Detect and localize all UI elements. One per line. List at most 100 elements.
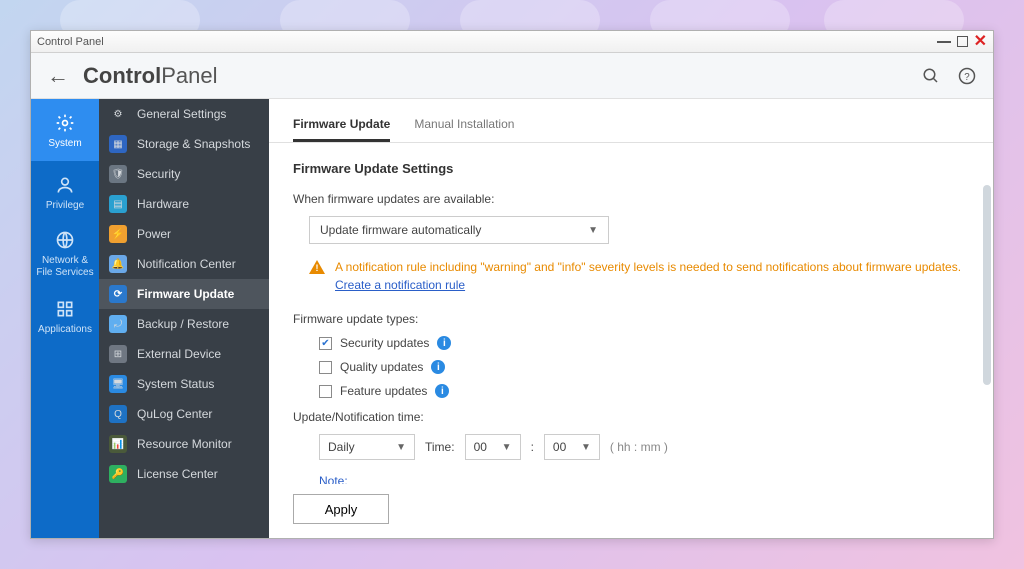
cat-network[interactable]: Network & File Services xyxy=(31,223,99,285)
titlebar: Control Panel ✕ xyxy=(31,31,993,53)
user-icon xyxy=(54,174,76,196)
subnav-license-center[interactable]: 🔑 License Center xyxy=(99,459,269,489)
tab-manual-installation[interactable]: Manual Installation xyxy=(414,117,514,142)
close-button[interactable]: ✕ xyxy=(974,34,987,50)
gear-icon xyxy=(54,112,76,134)
device-icon: ⊞ xyxy=(109,345,127,363)
header-bar: ← ControlPanel ? xyxy=(31,53,993,99)
subnav-label: Firmware Update xyxy=(137,287,234,301)
footer: Apply xyxy=(269,484,993,538)
app-title: ControlPanel xyxy=(83,63,217,89)
help-icon[interactable]: ? xyxy=(957,66,977,86)
subnav-label: System Status xyxy=(137,377,214,391)
when-available-label: When firmware updates are available: xyxy=(293,192,969,206)
sub-nav: ⚙General Settings ▦ Storage & Snapshots 🛡… xyxy=(99,99,269,538)
svg-text:?: ? xyxy=(964,71,970,82)
subnav-hardware[interactable]: ▤Hardware xyxy=(99,189,269,219)
power-icon: ⚡ xyxy=(109,225,127,243)
security-updates-label: Security updates xyxy=(340,336,429,350)
apply-button[interactable]: Apply xyxy=(293,494,389,524)
bell-icon: 🔔 xyxy=(109,255,127,273)
security-updates-checkbox[interactable] xyxy=(319,337,332,350)
frequency-value: Daily xyxy=(328,440,355,454)
globe-icon xyxy=(54,229,76,251)
update-mode-select[interactable]: Update firmware automatically ▼ xyxy=(309,216,609,244)
info-icon[interactable]: i xyxy=(431,360,445,374)
apps-icon xyxy=(54,298,76,320)
cat-network-label: Network & File Services xyxy=(36,255,93,279)
hhmm-hint: ( hh : mm ) xyxy=(610,440,668,454)
update-time-label: Update/Notification time: xyxy=(293,410,969,424)
body-layout: System Privilege Network & File Services… xyxy=(31,99,993,538)
note-label: Note: xyxy=(319,474,969,484)
feature-updates-label: Feature updates xyxy=(340,384,427,398)
subnav-general-settings[interactable]: ⚙General Settings xyxy=(99,99,269,129)
subnav-qulog-center[interactable]: QQuLog Center xyxy=(99,399,269,429)
scrollbar-thumb[interactable] xyxy=(983,185,991,385)
subnav-label: Security xyxy=(137,167,180,181)
feature-updates-checkbox[interactable] xyxy=(319,385,332,398)
subnav-label: General Settings xyxy=(137,107,226,121)
subnav-security[interactable]: 🛡 Security xyxy=(99,159,269,189)
monitor-icon: 🖥 xyxy=(109,375,127,393)
settings-pane: Firmware Update Settings When firmware u… xyxy=(269,143,993,484)
minimize-button[interactable] xyxy=(937,41,951,43)
time-colon: : xyxy=(531,440,534,454)
subnav-label: Hardware xyxy=(137,197,189,211)
chevron-down-icon: ▼ xyxy=(581,442,591,453)
shield-icon: 🛡 xyxy=(109,165,127,183)
subnav-resource-monitor[interactable]: 📊Resource Monitor xyxy=(99,429,269,459)
subnav-label: Power xyxy=(137,227,171,241)
app-window: Control Panel ✕ ← ControlPanel ? xyxy=(30,30,994,539)
create-notification-rule-link[interactable]: Create a notification rule xyxy=(335,278,465,292)
subnav-label: License Center xyxy=(137,467,218,481)
tab-firmware-update[interactable]: Firmware Update xyxy=(293,117,390,142)
warning-text: A notification rule including "warning" … xyxy=(335,260,961,274)
content-pane: Firmware Update Manual Installation Firm… xyxy=(269,99,993,538)
chevron-down-icon: ▼ xyxy=(588,225,598,236)
subnav-label: Notification Center xyxy=(137,257,236,271)
log-icon: Q xyxy=(109,405,127,423)
app-title-light: Panel xyxy=(161,63,217,88)
subnav-label: Resource Monitor xyxy=(137,437,232,451)
cat-system[interactable]: System xyxy=(31,99,99,161)
cat-privilege-label: Privilege xyxy=(46,200,84,211)
frequency-select[interactable]: Daily ▼ xyxy=(319,434,415,460)
subnav-external-device[interactable]: ⊞External Device xyxy=(99,339,269,369)
subnav-label: Storage & Snapshots xyxy=(137,137,250,151)
chevron-down-icon: ▼ xyxy=(502,442,512,453)
key-icon: 🔑 xyxy=(109,465,127,483)
search-icon[interactable] xyxy=(921,66,941,86)
window-title: Control Panel xyxy=(37,36,104,48)
back-button[interactable]: ← xyxy=(47,63,69,89)
subnav-firmware-update[interactable]: ⟳ Firmware Update xyxy=(99,279,269,309)
warning-row: A notification rule including "warning" … xyxy=(309,258,969,294)
subnav-power[interactable]: ⚡ Power xyxy=(99,219,269,249)
cat-applications[interactable]: Applications xyxy=(31,285,99,347)
subnav-storage-snapshots[interactable]: ▦ Storage & Snapshots xyxy=(99,129,269,159)
info-icon[interactable]: i xyxy=(437,336,451,350)
info-icon[interactable]: i xyxy=(435,384,449,398)
minute-value: 00 xyxy=(553,440,566,454)
minute-select[interactable]: 00 ▼ xyxy=(544,434,600,460)
hour-value: 00 xyxy=(474,440,487,454)
backup-icon: ⤾ xyxy=(109,315,127,333)
subnav-backup-restore[interactable]: ⤾ Backup / Restore xyxy=(99,309,269,339)
cat-privilege[interactable]: Privilege xyxy=(31,161,99,223)
warning-text-wrap: A notification rule including "warning" … xyxy=(335,258,969,294)
update-types-label: Firmware update types: xyxy=(293,312,969,326)
subnav-notification-center[interactable]: 🔔 Notification Center xyxy=(99,249,269,279)
app-title-bold: Control xyxy=(83,63,161,88)
update-icon: ⟳ xyxy=(109,285,127,303)
quality-updates-label: Quality updates xyxy=(340,360,423,374)
quality-updates-checkbox[interactable] xyxy=(319,361,332,374)
chevron-down-icon: ▼ xyxy=(396,442,406,453)
cat-system-label: System xyxy=(48,138,81,149)
maximize-button[interactable] xyxy=(957,36,968,47)
hour-select[interactable]: 00 ▼ xyxy=(465,434,521,460)
subnav-system-status[interactable]: 🖥 System Status xyxy=(99,369,269,399)
storage-icon: ▦ xyxy=(109,135,127,153)
subnav-label: Backup / Restore xyxy=(137,317,229,331)
category-nav: System Privilege Network & File Services… xyxy=(31,99,99,538)
time-label: Time: xyxy=(425,440,455,454)
